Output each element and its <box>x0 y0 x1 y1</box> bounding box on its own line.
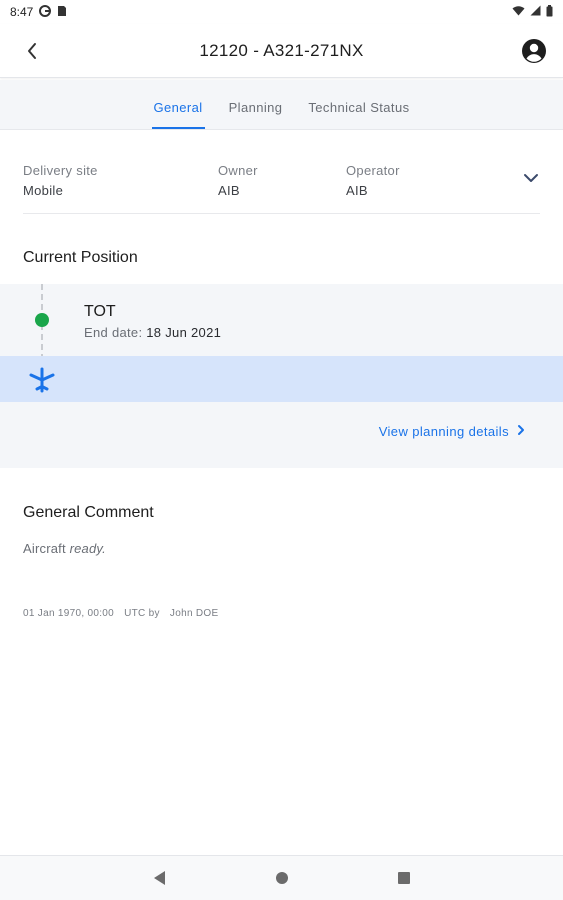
airplane-icon <box>29 365 55 393</box>
status-time: 8:47 <box>10 5 34 19</box>
comment-timezone-by: UTC by <box>124 608 160 619</box>
aircraft-info-row: Delivery site Mobile Owner AIB Operator … <box>0 130 563 214</box>
tab-technical-status[interactable]: Technical Status <box>306 100 411 129</box>
view-planning-details-link[interactable]: View planning details <box>379 424 525 439</box>
delivery-site-label: Delivery site <box>23 163 98 178</box>
nav-recents-icon[interactable] <box>394 868 414 888</box>
nav-home-icon[interactable] <box>272 868 292 888</box>
tab-general[interactable]: General <box>151 100 205 129</box>
position-end-date: End date: 18 Jun 2021 <box>84 325 221 340</box>
end-date-label: End date: <box>84 325 143 340</box>
current-position-panel: TOT End date: 18 Jun 2021 View planning … <box>0 284 563 468</box>
general-comment-title: General Comment <box>23 504 154 521</box>
battery-icon <box>546 4 553 20</box>
delivery-site-value: Mobile <box>23 183 64 198</box>
status-left: 8:47 <box>10 4 67 20</box>
end-date-value: 18 Jun 2021 <box>146 325 222 340</box>
system-nav-bar <box>0 855 563 900</box>
comment-author: John DOE <box>169 608 219 619</box>
view-planning-details-label: View planning details <box>378 424 509 439</box>
sim-icon <box>57 5 67 20</box>
comment-text: Aircraft ready. <box>23 541 106 556</box>
comment-meta: 01 Jan 1970, 00:00 UTC by John DOE <box>23 608 225 619</box>
back-arrow-icon[interactable] <box>26 42 38 60</box>
current-position-title: Current Position <box>23 249 138 266</box>
position-status-dot <box>35 313 49 327</box>
status-bar: 8:47 <box>0 0 563 24</box>
g-icon <box>39 4 52 20</box>
nav-back-icon[interactable] <box>150 868 170 888</box>
tab-planning[interactable]: Planning <box>227 100 285 129</box>
divider <box>23 213 540 214</box>
comment-timestamp: 01 Jan 1970, 00:00 <box>23 608 115 619</box>
comment-text-plain: Aircraft <box>23 541 70 556</box>
chevron-down-icon[interactable] <box>519 166 543 190</box>
flight-row <box>0 356 563 402</box>
operator-label: Operator <box>346 163 400 178</box>
comment-text-italic: ready. <box>69 541 106 556</box>
account-circle-icon[interactable] <box>521 38 547 64</box>
owner-value: AIB <box>218 183 240 198</box>
signal-icon <box>530 5 541 19</box>
chevron-right-icon <box>517 424 525 439</box>
owner-field: Owner AIB <box>218 163 258 198</box>
app-bar: 12120 - A321-271NX <box>0 24 563 78</box>
operator-field: Operator AIB <box>346 163 400 198</box>
status-right <box>512 4 553 20</box>
tab-bar: General Planning Technical Status <box>0 80 563 130</box>
wifi-icon <box>512 5 525 19</box>
page-title: 12120 - A321-271NX <box>199 40 364 60</box>
owner-label: Owner <box>218 163 258 178</box>
position-code: TOT <box>84 303 116 320</box>
operator-value: AIB <box>346 183 368 198</box>
delivery-site-field: Delivery site Mobile <box>23 163 98 198</box>
